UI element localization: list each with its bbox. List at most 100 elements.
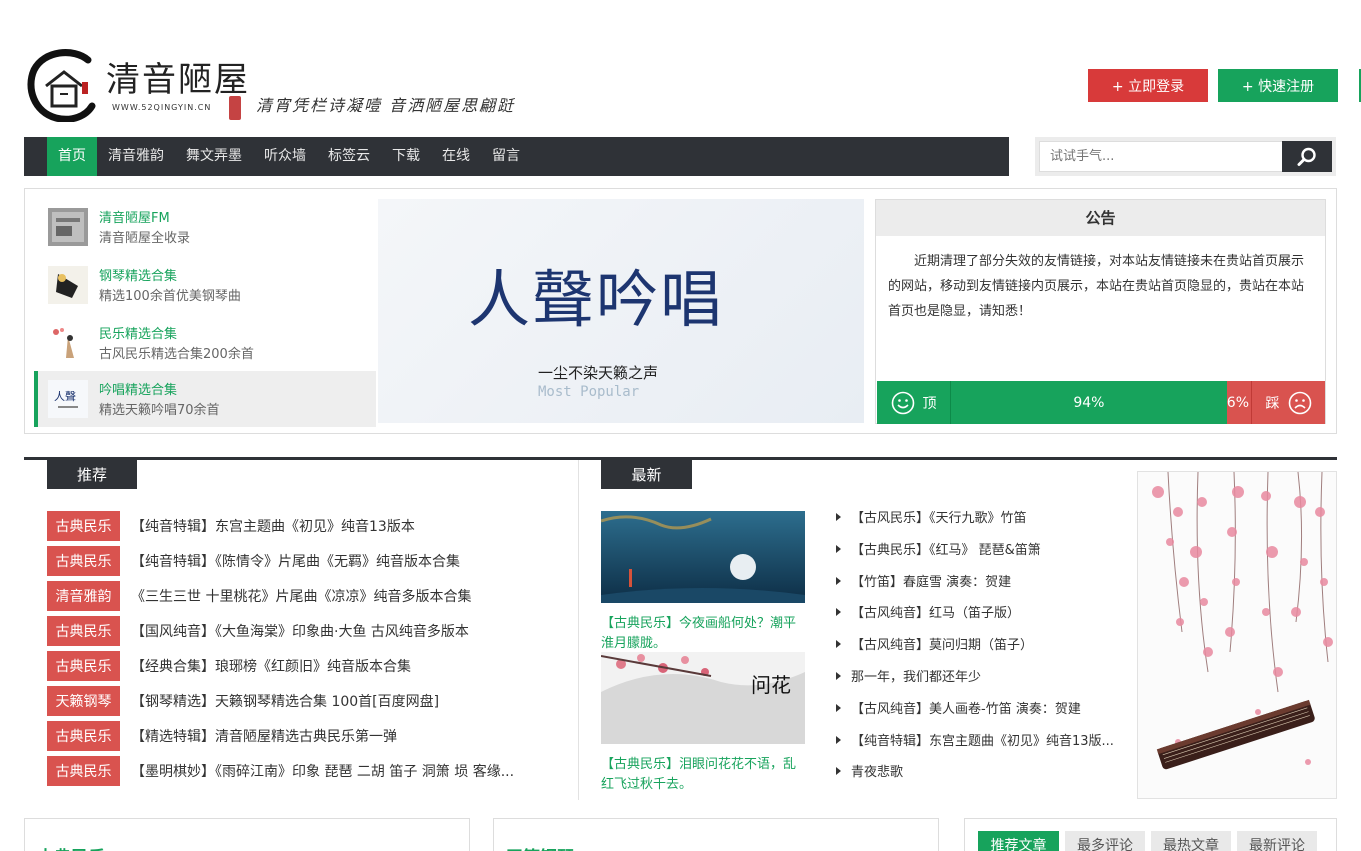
- notice-text: 近期清理了部分失效的友情链接，对本站友情链接未在贵站首页展示的网站，移动到友情链…: [888, 254, 1305, 319]
- blossom-image[interactable]: 问花: [600, 652, 805, 744]
- featured-item-piano[interactable]: 钢琴精选合集 精选100余首优美钢琴曲: [34, 257, 376, 313]
- login-button[interactable]: + 立即登录: [1088, 69, 1208, 102]
- tab-recommended-articles[interactable]: 推荐文章: [978, 831, 1059, 851]
- search-input[interactable]: [1039, 141, 1282, 172]
- search-button[interactable]: [1282, 141, 1332, 172]
- featured-item-desc: 清音陋屋全收录: [99, 231, 191, 246]
- vocal-thumbnail: 人聲: [48, 380, 88, 418]
- blossom-overlay-text: 问花: [751, 673, 791, 697]
- vote-down-label: 踩: [1265, 395, 1280, 412]
- caret-right-icon: [836, 608, 841, 616]
- article-link[interactable]: 【钢琴精选】天籁钢琴精选合集 100首[百度网盘]: [131, 691, 439, 711]
- latest-list-title: 【古风纯音】红马（笛子版）: [851, 606, 1021, 621]
- banner-english: Most Popular: [538, 384, 640, 400]
- latest-list-title: 【古风纯音】莫问归期（笛子）: [851, 638, 1034, 653]
- vote-up-button[interactable]: 顶: [877, 381, 951, 424]
- latest-list-item[interactable]: 那一年，我们都还年少: [836, 666, 1128, 685]
- list-item: 古典民乐 【经典合集】琅琊榜《红颜旧》纯音版本合集: [47, 651, 567, 681]
- latest-list-title: 青夜悲歌: [851, 765, 904, 780]
- latest-tab: 最新: [601, 460, 692, 489]
- article-link[interactable]: 【国风纯音】《大鱼海棠》印象曲·大鱼 古风纯音多版本: [131, 621, 469, 641]
- list-item: 古典民乐 【国风纯音】《大鱼海棠》印象曲·大鱼 古风纯音多版本: [47, 616, 567, 646]
- folk-thumbnail: [48, 324, 88, 362]
- featured-item-title: 民乐精选合集: [99, 327, 178, 342]
- latest-card-caption[interactable]: 【古典民乐】泪眼问花花不语，乱红飞过秋千去。: [601, 755, 805, 795]
- nav-item-guestbook[interactable]: 留言: [481, 137, 531, 176]
- latest-list-item[interactable]: 【纯音特辑】东宫主题曲《初见》纯音13版...: [836, 730, 1128, 749]
- article-link[interactable]: 【纯音特辑】东宫主题曲《初见》纯音13版本: [131, 516, 415, 536]
- latest-list-title: 那一年，我们都还年少: [851, 670, 982, 685]
- featured-item-desc: 精选100余首优美钢琴曲: [99, 289, 241, 304]
- latest-list-item[interactable]: 【古典民乐】《红马》 琵琶&笛箫: [836, 539, 1128, 558]
- register-button[interactable]: + 快速注册: [1218, 69, 1338, 102]
- notice-panel: 公告 近期清理了部分失效的友情链接，对本站友情链接未在贵站首页展示的网站，移动到…: [875, 199, 1326, 424]
- featured-item-folk[interactable]: 民乐精选合集 古风民乐精选合集200余首: [34, 315, 376, 371]
- category-badge[interactable]: 天籁钢琴: [47, 686, 120, 716]
- tab-hottest-articles[interactable]: 最热文章: [1151, 831, 1231, 851]
- nav-item-online[interactable]: 在线: [431, 137, 481, 176]
- category-badge[interactable]: 古典民乐: [47, 651, 120, 681]
- nav-item-wuwen-nongmo[interactable]: 舞文弄墨: [175, 137, 253, 176]
- seal-icon: [229, 96, 241, 120]
- vote-up-label: 顶: [922, 395, 937, 412]
- category-badge[interactable]: 古典民乐: [47, 756, 120, 786]
- latest-list-item[interactable]: 【古风民乐】《天行九歌》竹笛: [836, 507, 1128, 526]
- article-link[interactable]: 《三生三世 十里桃花》片尾曲《凉凉》纯音多版本合集: [131, 586, 471, 606]
- nav-item-home[interactable]: 首页: [47, 137, 97, 176]
- vote-ratio: 94% 6%: [951, 381, 1251, 424]
- nav-item-listener-wall[interactable]: 听众墙: [253, 137, 317, 176]
- site-logo[interactable]: 清音陋屋 WWW.52QINGYIN.CN 清宵凭栏诗凝噎 音洒陋屋思翩跹: [26, 44, 566, 126]
- latest-list-title: 【竹笛】春庭雪 演奏：贺建: [851, 575, 1012, 590]
- classical-folk-box: 古典民乐: [24, 818, 470, 851]
- article-link[interactable]: 【经典合集】琅琊榜《红颜旧》纯音版本合集: [131, 656, 411, 676]
- tab-most-comments[interactable]: 最多评论: [1065, 831, 1145, 851]
- category-badge[interactable]: 古典民乐: [47, 546, 120, 576]
- featured-item-desc: 古风民乐精选合集200余首: [99, 347, 254, 362]
- category-badge[interactable]: 古典民乐: [47, 721, 120, 751]
- article-link[interactable]: 【精选特辑】清音陋屋精选古典民乐第一弹: [131, 726, 397, 746]
- tab-latest-comments[interactable]: 最新评论: [1237, 831, 1317, 851]
- vote-bar: 顶 94% 6% 踩: [877, 381, 1325, 424]
- list-item: 天籁钢琴 【钢琴精选】天籁钢琴精选合集 100首[百度网盘]: [47, 686, 567, 716]
- featured-item-vocal[interactable]: 人聲 吟唱精选合集 精选天籁吟唱70余首: [34, 371, 376, 427]
- box-title: 天籁钢琴: [506, 843, 574, 851]
- article-link[interactable]: 【纯音特辑】《陈情令》片尾曲《无羁》纯音版本合集: [131, 551, 460, 571]
- banner-subtitle: 一尘不染天籁之声: [538, 364, 659, 382]
- svg-text:人聲: 人聲: [54, 389, 76, 403]
- nav-item-tag-cloud[interactable]: 标签云: [317, 137, 381, 176]
- vote-down-percent: 6%: [1226, 381, 1251, 424]
- caret-right-icon: [836, 513, 841, 521]
- featured-item-title: 钢琴精选合集: [99, 269, 178, 284]
- caret-right-icon: [836, 640, 841, 648]
- latest-list-item[interactable]: 【竹笛】春庭雪 演奏：贺建: [836, 571, 1128, 590]
- featured-item-desc: 精选天籁吟唱70余首: [99, 403, 220, 418]
- featured-banner[interactable]: 人聲吟唱 一尘不染天籁之声 Most Popular: [378, 199, 864, 423]
- logo-emblem-icon: [27, 49, 96, 122]
- caret-right-icon: [836, 767, 841, 775]
- category-badge[interactable]: 古典民乐: [47, 616, 120, 646]
- latest-list-item[interactable]: 【古风纯音】美人画卷-竹笛 演奏：贺建: [836, 698, 1128, 717]
- latest-list-item[interactable]: 青夜悲歌: [836, 761, 1128, 780]
- side-artwork[interactable]: [1137, 471, 1337, 799]
- latest-list-item[interactable]: 【古风纯音】红马（笛子版）: [836, 602, 1128, 621]
- site-name: 清音陋屋: [106, 60, 250, 100]
- nav-item-qingyin-yayun[interactable]: 清音雅韵: [97, 137, 175, 176]
- nav-item-download[interactable]: 下载: [381, 137, 431, 176]
- piano-thumbnail: [48, 266, 88, 304]
- caret-right-icon: [836, 736, 841, 744]
- article-link[interactable]: 【墨明棋妙】《雨碎江南》印象 琵琶 二胡 笛子 洞箫 埙 客缘...: [131, 761, 514, 781]
- latest-list-item[interactable]: 【古风纯音】莫问归期（笛子）: [836, 634, 1128, 653]
- list-item: 古典民乐 【墨明棋妙】《雨碎江南》印象 琵琶 二胡 笛子 洞箫 埙 客缘...: [47, 756, 567, 786]
- night-boat-image[interactable]: [600, 511, 805, 603]
- category-badge[interactable]: 古典民乐: [47, 511, 120, 541]
- latest-card-caption[interactable]: 【古典民乐】今夜画船何处？潮平淮月朦胧。: [601, 614, 805, 654]
- blossom-guzheng-illustration: [1152, 472, 1333, 770]
- featured-item-fm[interactable]: 清音陋屋FM 清音陋屋全收录: [34, 199, 376, 255]
- main-nav: 首页 清音雅韵 舞文弄墨 听众墙 标签云 下载 在线 留言: [24, 137, 1009, 176]
- featured-item-title: 清音陋屋FM: [99, 211, 170, 226]
- category-badge[interactable]: 清音雅韵: [47, 581, 120, 611]
- search-box: [1035, 137, 1336, 176]
- notice-title: 公告: [876, 200, 1325, 236]
- featured-item-title: 吟唱精选合集: [99, 383, 178, 398]
- vote-down-button[interactable]: 踩: [1251, 381, 1325, 424]
